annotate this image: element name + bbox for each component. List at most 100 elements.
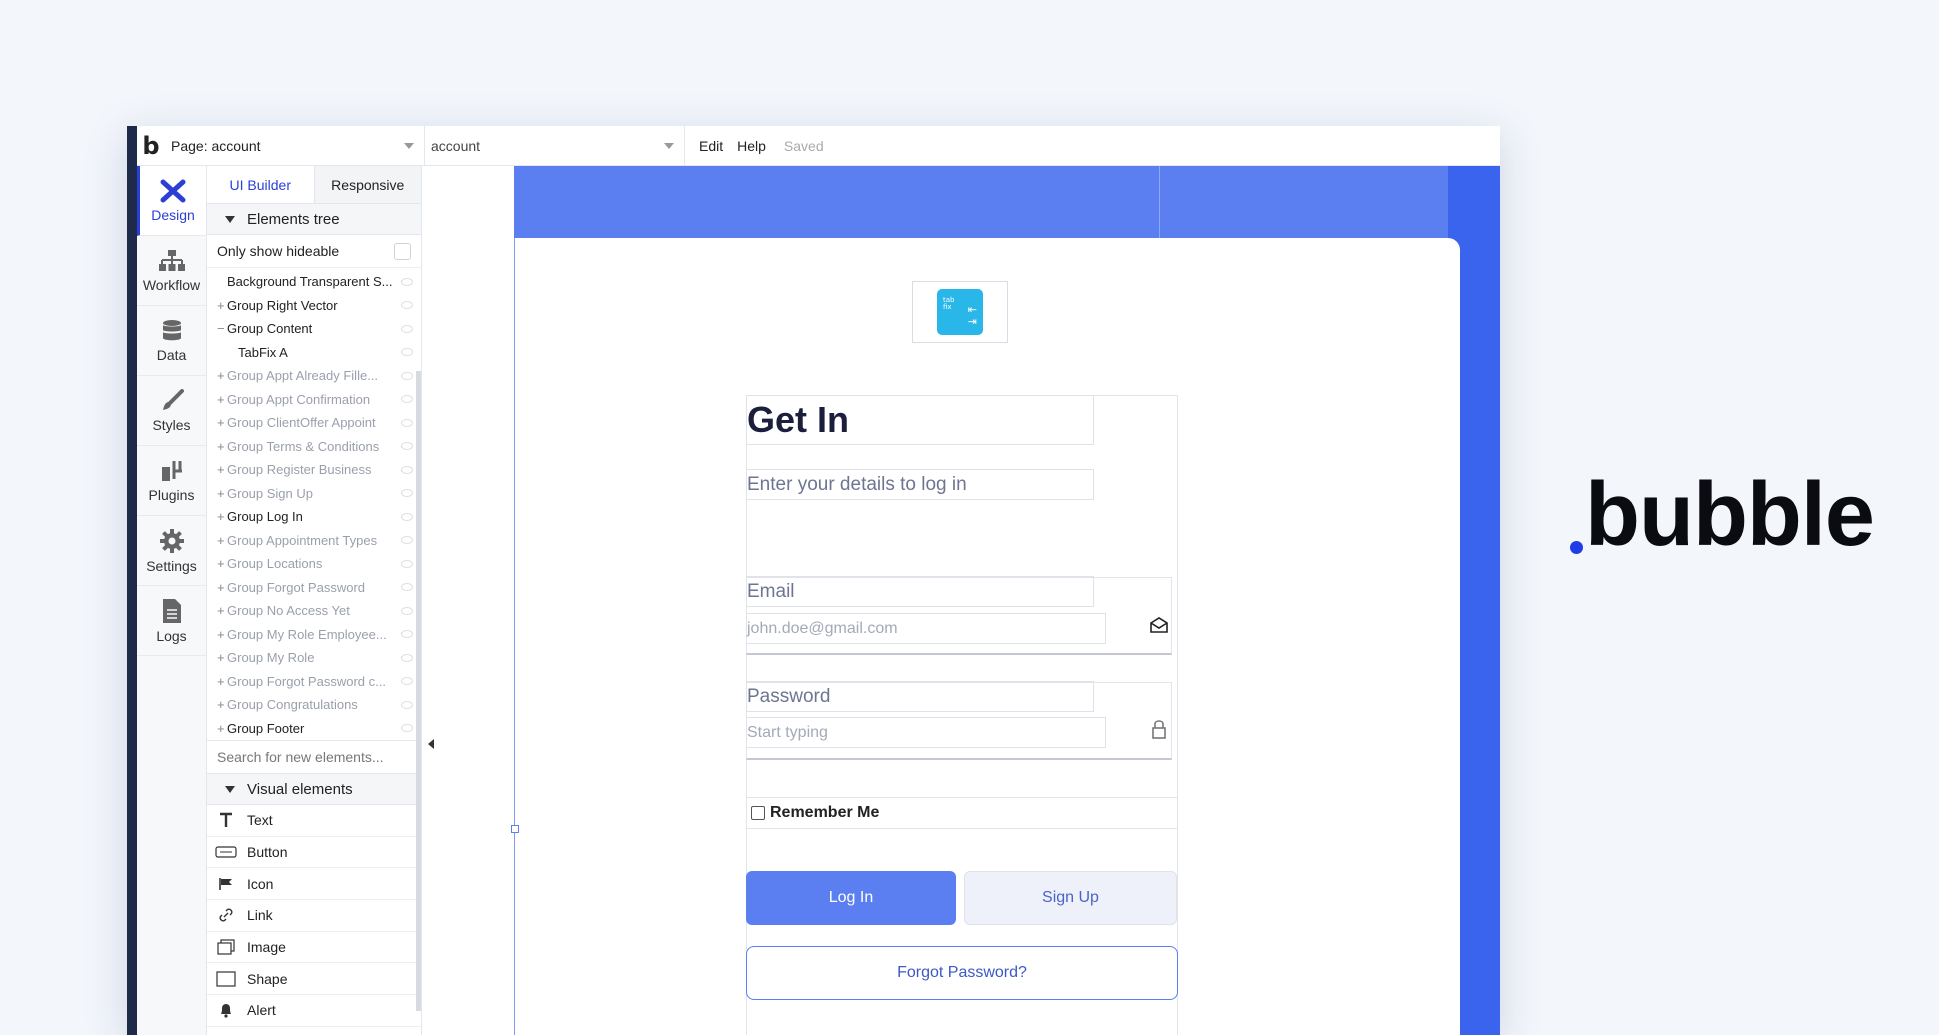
tree-item[interactable]: + Group Log In [207, 505, 421, 529]
rail-item-workflow[interactable]: Workflow [137, 236, 206, 306]
eye-icon[interactable] [401, 724, 413, 733]
expand-icon[interactable]: + [217, 603, 227, 618]
expand-icon[interactable]: + [217, 486, 227, 501]
expand-icon[interactable]: + [217, 368, 227, 383]
expand-icon[interactable]: + [217, 509, 227, 524]
panel-scrollbar[interactable] [416, 371, 421, 1011]
tree-item[interactable]: + Group Terms & Conditions [207, 435, 421, 459]
tree-item-label: Group No Access Yet [227, 603, 350, 619]
eye-icon[interactable] [401, 583, 413, 592]
eye-icon[interactable] [401, 606, 413, 615]
rail-item-design[interactable]: Design [137, 166, 206, 236]
expand-icon[interactable]: + [217, 650, 227, 665]
collapse-panel-icon[interactable] [428, 739, 434, 749]
expand-icon[interactable]: + [217, 556, 227, 571]
visual-element-label: Text [247, 812, 273, 829]
sign-up-button[interactable]: Sign Up [964, 871, 1177, 925]
eye-icon[interactable] [401, 559, 413, 568]
expand-icon[interactable]: + [217, 627, 227, 642]
bell-icon [215, 1001, 237, 1019]
expand-icon[interactable]: + [217, 298, 227, 313]
eye-icon[interactable] [401, 442, 413, 451]
visual-element-icon[interactable]: Icon [207, 868, 421, 901]
tree-item[interactable]: + Group Forgot Password c... [207, 670, 421, 694]
tree-item[interactable]: Background Transparent S... [207, 270, 421, 294]
visual-element-shape[interactable]: Shape [207, 963, 421, 996]
tab-ui-builder[interactable]: UI Builder [207, 166, 314, 203]
expand-icon[interactable]: + [217, 697, 227, 712]
search-new-elements-input[interactable]: Search for new elements... [207, 740, 421, 774]
expand-icon[interactable]: + [217, 721, 227, 736]
email-field[interactable]: john.doe@gmail.com [746, 613, 1106, 644]
eye-icon[interactable] [401, 489, 413, 498]
expand-icon[interactable]: + [217, 392, 227, 407]
visual-element-button[interactable]: Button [207, 837, 421, 869]
rail-item-settings[interactable]: Settings [137, 516, 206, 586]
tree-item[interactable]: + Group Register Business [207, 458, 421, 482]
header-group[interactable] [514, 166, 1500, 238]
collapse-icon[interactable]: − [217, 321, 227, 336]
resize-handle[interactable] [511, 825, 519, 833]
tree-item[interactable]: + Group No Access Yet [207, 599, 421, 623]
rail-item-data[interactable]: Data [137, 306, 206, 376]
password-field[interactable]: Start typing [746, 717, 1106, 748]
expand-icon[interactable]: + [217, 674, 227, 689]
expand-icon[interactable]: + [217, 415, 227, 430]
eye-icon[interactable] [401, 395, 413, 404]
forgot-password-button[interactable]: Forgot Password? [746, 946, 1178, 1000]
elements-tree-header[interactable]: Elements tree [207, 204, 421, 235]
expand-icon[interactable]: + [217, 533, 227, 548]
menu-help[interactable]: Help [737, 138, 780, 154]
eye-icon[interactable] [401, 324, 413, 333]
rail-item-plugins[interactable]: Plugins [137, 446, 206, 516]
tree-item[interactable]: + Group Footer [207, 717, 421, 741]
visual-element-text[interactable]: Text [207, 805, 421, 837]
eye-icon[interactable] [401, 700, 413, 709]
tabfix-logo-icon: tab fix ⇤ ⇥ [937, 289, 983, 335]
only-show-hideable-checkbox[interactable] [394, 242, 411, 260]
page-select[interactable]: Page: account [165, 126, 425, 166]
eye-icon[interactable] [401, 630, 413, 639]
page-name-select[interactable]: account [425, 126, 685, 166]
visual-element-image[interactable]: Image [207, 932, 421, 964]
tabfix-logo[interactable]: tab fix ⇤ ⇥ [912, 281, 1008, 343]
tree-item[interactable]: + Group Appt Already Fille... [207, 364, 421, 388]
envelope-icon [1147, 613, 1171, 637]
tree-item[interactable]: + Group Appointment Types [207, 529, 421, 553]
eye-icon[interactable] [401, 371, 413, 380]
menu-edit[interactable]: Edit [685, 138, 737, 154]
eye-icon[interactable] [401, 277, 413, 286]
eye-icon[interactable] [401, 301, 413, 310]
tree-item[interactable]: + Group My Role Employee... [207, 623, 421, 647]
button-icon [215, 843, 237, 861]
eye-icon[interactable] [401, 465, 413, 474]
expand-icon[interactable]: + [217, 462, 227, 477]
tree-item[interactable]: + Group Appt Confirmation [207, 388, 421, 412]
rail-item-logs[interactable]: Logs [137, 586, 206, 656]
bubble-logo-icon[interactable]: b [137, 126, 165, 166]
remember-me-checkbox[interactable] [751, 806, 765, 820]
tree-item[interactable]: + Group Right Vector [207, 294, 421, 318]
eye-icon[interactable] [401, 653, 413, 662]
tree-item[interactable]: + Group Forgot Password [207, 576, 421, 600]
tree-item[interactable]: + Group My Role [207, 646, 421, 670]
eye-icon[interactable] [401, 348, 413, 357]
tree-item[interactable]: + Group Congratulations [207, 693, 421, 717]
eye-icon[interactable] [401, 512, 413, 521]
eye-icon[interactable] [401, 418, 413, 427]
visual-element-alert[interactable]: Alert [207, 995, 421, 1027]
visual-elements-header[interactable]: Visual elements [207, 774, 421, 805]
expand-icon[interactable]: + [217, 439, 227, 454]
tree-item[interactable]: TabFix A [207, 341, 421, 365]
visual-element-link[interactable]: Link [207, 900, 421, 932]
rail-item-styles[interactable]: Styles [137, 376, 206, 446]
tree-item[interactable]: − Group Content [207, 317, 421, 341]
eye-icon[interactable] [401, 536, 413, 545]
tree-item[interactable]: + Group Locations [207, 552, 421, 576]
tab-responsive[interactable]: Responsive [313, 166, 421, 203]
expand-icon[interactable]: + [217, 580, 227, 595]
tree-item[interactable]: + Group Sign Up [207, 482, 421, 506]
tree-item[interactable]: + Group ClientOffer Appoint [207, 411, 421, 435]
eye-icon[interactable] [401, 677, 413, 686]
log-in-button[interactable]: Log In [746, 871, 956, 925]
